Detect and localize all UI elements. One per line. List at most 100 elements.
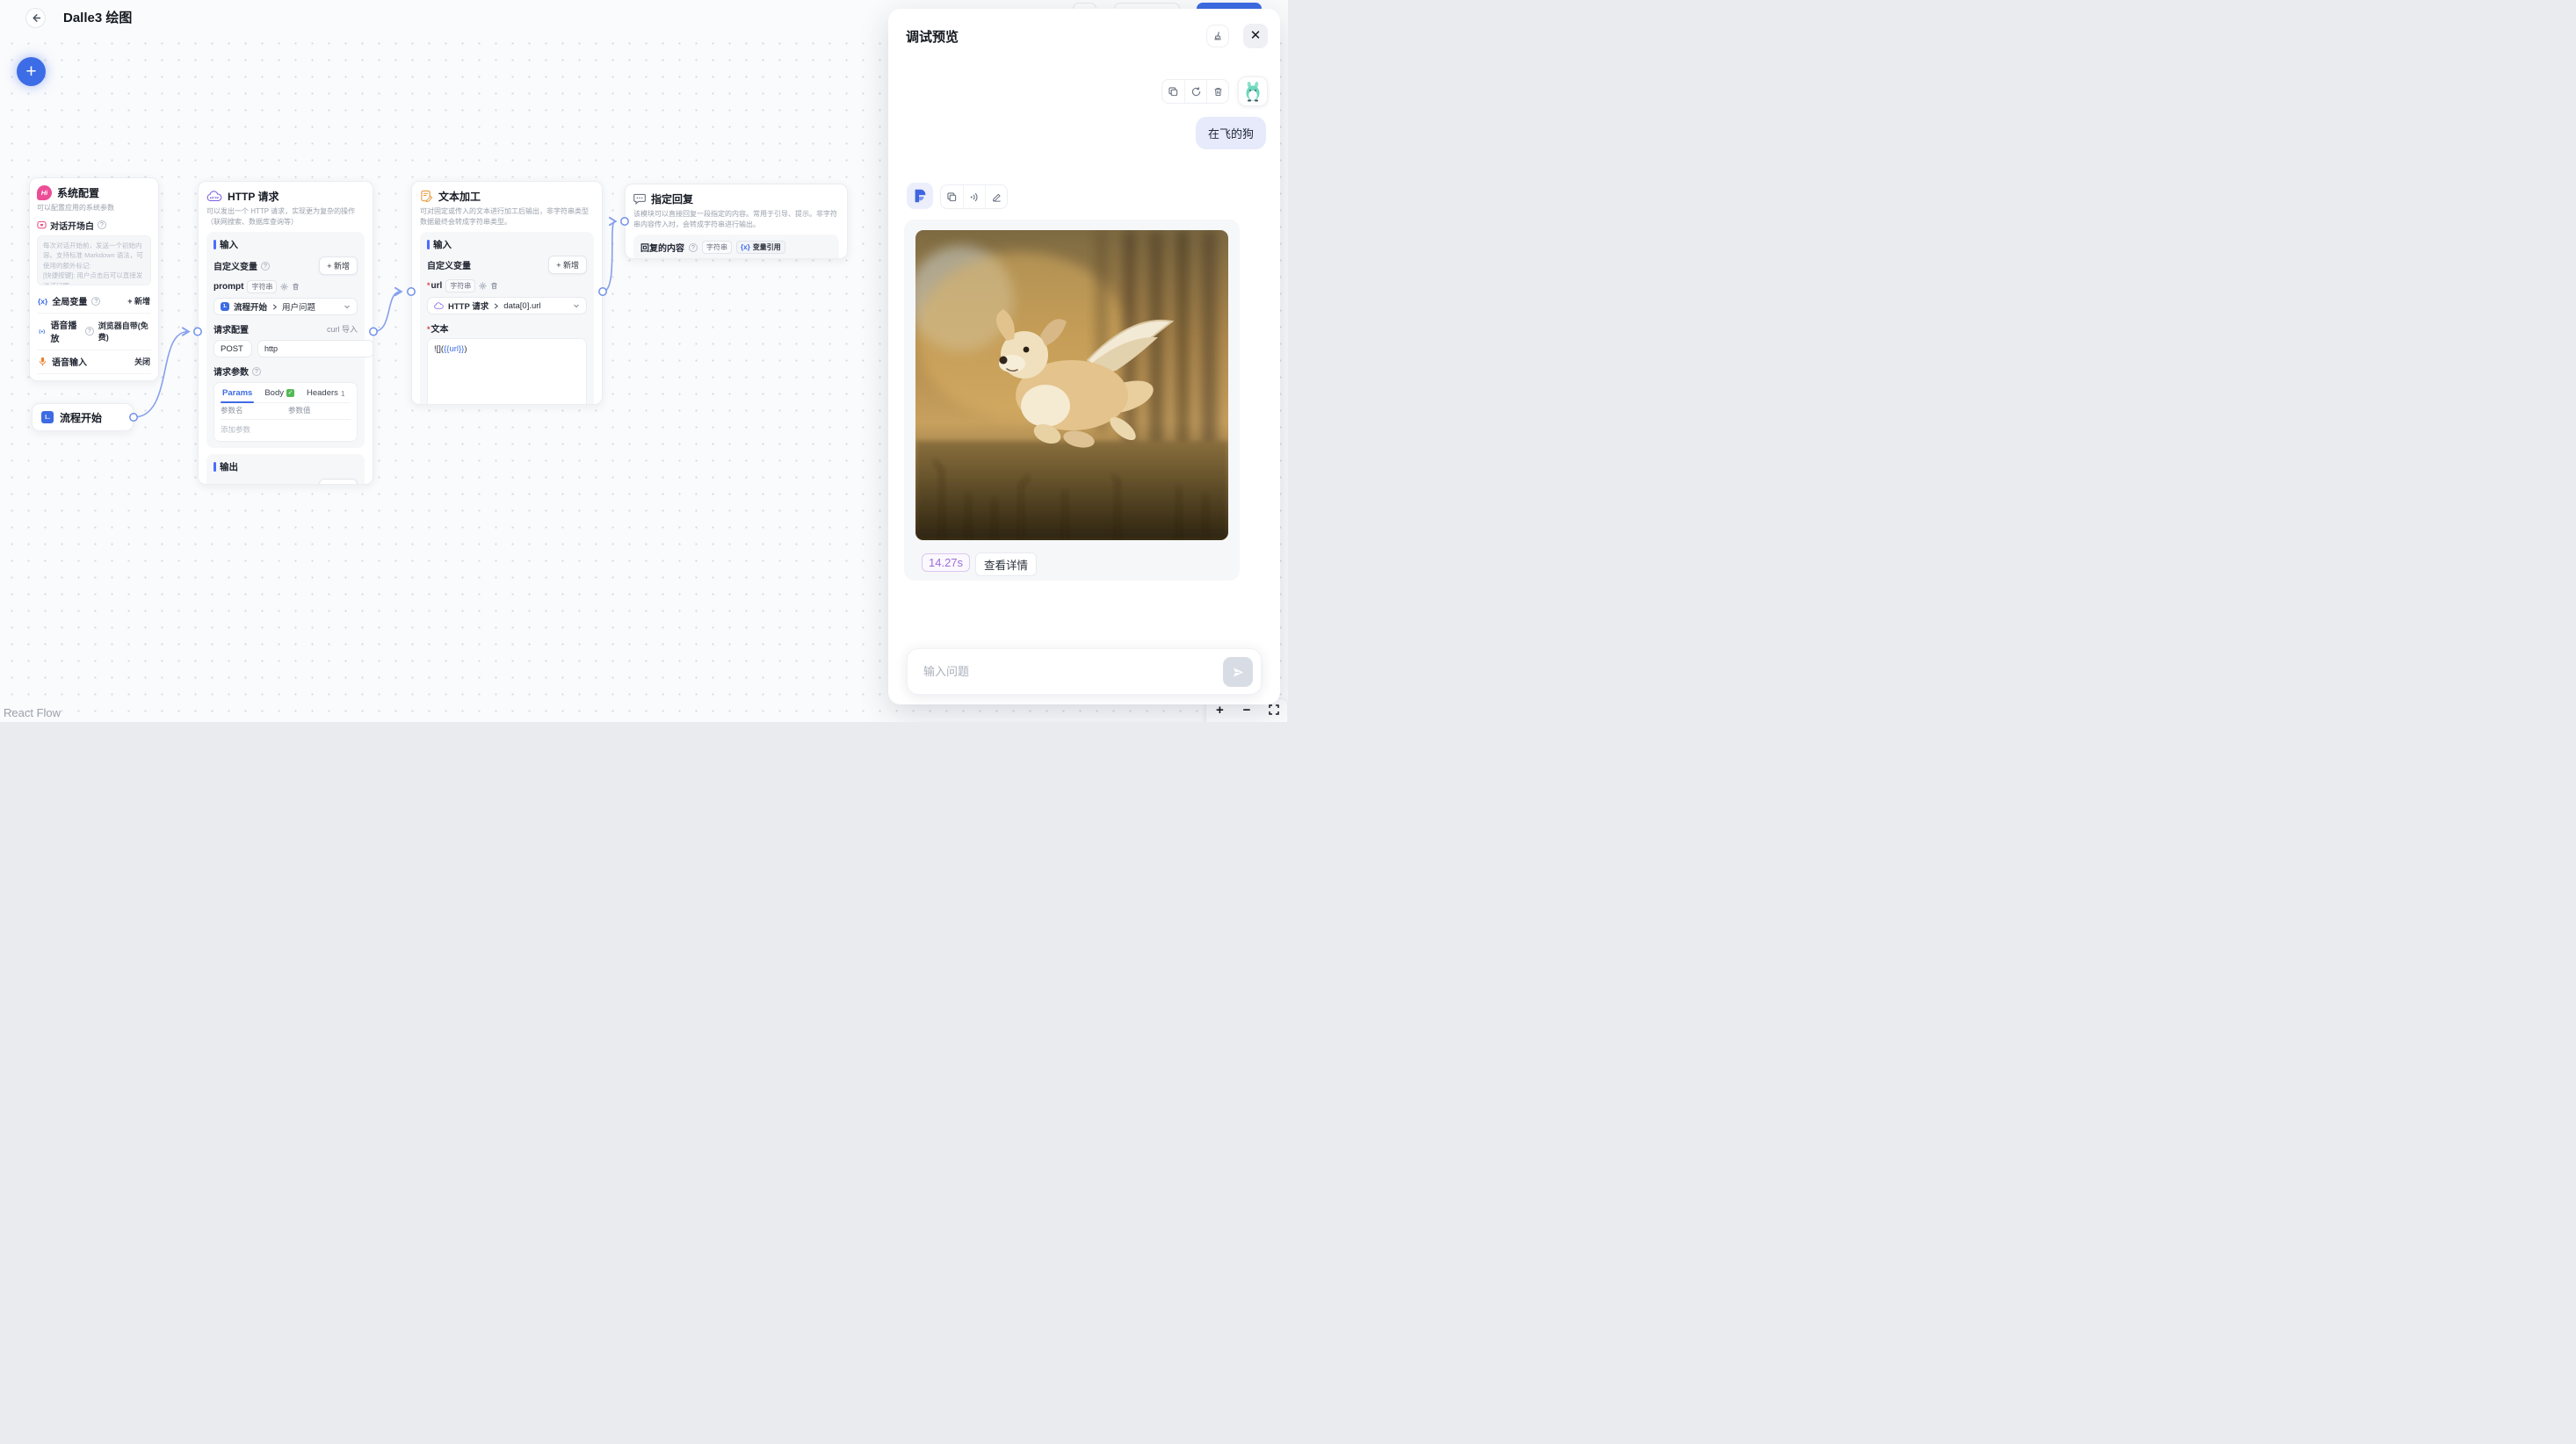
node-text-process[interactable]: 文本加工 可对固定或传入的文本进行加工后输出，非字符串类型数据最终会转成字符串类… (411, 181, 603, 405)
help-icon[interactable]: ? (85, 327, 94, 336)
row-label: 全局变量 (52, 294, 87, 307)
duration-badge: 14.27s (922, 553, 970, 572)
bot-avatar (907, 183, 933, 209)
back-button[interactable] (25, 8, 46, 28)
generated-image[interactable] (915, 230, 1228, 540)
ref-source: 流程开始 (234, 300, 267, 313)
custom-vars-label: 自定义变量 (213, 259, 257, 272)
text-input-section: 输入 自定义变量 + 新增 url 字符串 HTTP 请求 data[0].ur… (420, 232, 594, 405)
ref-field: data[0].url (503, 301, 568, 311)
node-reply[interactable]: 指定回复 该模块可以直接回复一段指定的内容。常用于引导、提示。非字符串内容传入时… (625, 184, 848, 259)
page-title: Dalle3 绘图 (63, 8, 132, 26)
tab-params[interactable]: Params (222, 388, 252, 398)
reactflow-attribution: React Flow (4, 706, 61, 719)
opening-textarea[interactable] (37, 235, 151, 285)
check-icon: ✓ (286, 389, 294, 397)
tts-value[interactable]: 浏览器自带(免费) (98, 320, 150, 343)
ref-field: 用户问题 (282, 300, 339, 313)
copy-icon[interactable] (941, 185, 963, 208)
prompt-ref-select[interactable]: 1. 流程开始 用户问题 (213, 298, 358, 315)
add-output-button[interactable]: + 新增 (319, 479, 358, 485)
help-icon[interactable]: ? (689, 243, 698, 252)
speaker-waves-icon (38, 327, 46, 336)
help-icon[interactable]: ? (98, 220, 106, 229)
add-global-var-button[interactable]: + 新增 (127, 295, 150, 307)
user-message-bubble: 在飞的狗 (1196, 117, 1266, 149)
node-title: 系统配置 (57, 185, 99, 200)
chat-heart-icon (37, 220, 47, 230)
broom-icon (1212, 31, 1223, 42)
custom-output-label: 自定义输出 (213, 481, 257, 485)
gear-icon[interactable] (479, 282, 487, 290)
help-icon[interactable]: ? (261, 262, 270, 271)
params-card: Params Body✓ Headers1 参数名参数值 添加参数 (213, 382, 358, 442)
type-chip: 字符串 (247, 280, 277, 293)
braces-icon: {x} (38, 297, 47, 306)
fit-view-icon (1269, 704, 1279, 715)
view-detail-button[interactable]: 查看详情 (975, 552, 1037, 576)
node-desc: 可以配置应用的系统参数 (37, 203, 151, 213)
voice-input-value[interactable]: 关闭 (134, 356, 150, 367)
url-input[interactable] (257, 340, 373, 357)
help-icon[interactable]: ? (252, 367, 261, 376)
http-input-section: 输入 自定义变量? + 新增 prompt 字符串 1. 流程开始 用户问题 请… (206, 232, 365, 448)
chevron-down-icon (573, 302, 580, 309)
help-icon[interactable]: ? (91, 297, 100, 306)
node-desc: 可以发出一个 HTTP 请求，实现更为复杂的操作（联网搜索、数据库查询等） (206, 206, 365, 227)
add-var-button[interactable]: + 新增 (319, 256, 358, 275)
method-select[interactable]: POST (213, 340, 252, 357)
close-panel-button[interactable]: ✕ (1243, 24, 1268, 48)
gear-icon[interactable] (280, 283, 288, 291)
suggest-toggle[interactable] (132, 380, 150, 381)
reply-content-label: 回复的内容 (640, 241, 684, 254)
url-ref-select[interactable]: HTTP 请求 data[0].url (427, 297, 587, 314)
template-text: ) (464, 344, 467, 354)
send-icon (1232, 666, 1245, 679)
node-title: HTTP 请求 (228, 189, 279, 204)
bot-logo-icon (912, 188, 928, 204)
trash-icon[interactable] (1206, 80, 1228, 103)
text-template-editor[interactable]: ![]({{url}}) (427, 338, 587, 405)
user-avatar (1238, 76, 1268, 106)
node-http-request[interactable]: HTTP HTTP 请求 可以发出一个 HTTP 请求，实现更为复杂的操作（联网… (198, 181, 373, 485)
trash-icon[interactable] (292, 283, 300, 291)
ref-source: HTTP 请求 (448, 300, 488, 312)
read-aloud-icon[interactable] (963, 185, 985, 208)
reply-ref-select[interactable]: 文本加工 text (640, 258, 832, 259)
node-title: 指定回复 (651, 191, 693, 206)
tab-body[interactable]: Body✓ (264, 388, 294, 398)
panel-title: 调试预览 (906, 27, 959, 46)
request-params-label: 请求参数 (213, 365, 249, 378)
copy-icon[interactable] (1162, 80, 1184, 103)
arrow-left-icon (31, 13, 40, 23)
curl-import-button[interactable]: curl 导入 (327, 323, 358, 335)
add-param-row[interactable]: 添加参数 (221, 420, 351, 437)
add-node-button[interactable]: + (17, 57, 46, 86)
node-flow-start[interactable]: I.. 流程开始 (32, 403, 134, 431)
node-system-config[interactable]: Hi 系统配置 可以配置应用的系统参数 对话开场白 ? {x} 全局变量? + … (29, 177, 159, 381)
tab-headers[interactable]: Headers1 (307, 388, 345, 398)
system-row: 语音播放? 浏览器自带(免费) (37, 313, 151, 350)
http-output-section: 输出 自定义输出 + 新增 变量名数据类型 data[0].url 字符串 原始… (206, 454, 365, 485)
clear-chat-button[interactable] (1206, 25, 1229, 47)
system-row: 猜你想问? (37, 373, 151, 381)
node-title: 文本加工 (438, 189, 481, 204)
chat-input[interactable] (922, 649, 1212, 694)
trash-icon[interactable] (490, 282, 498, 290)
section-label: 输出 (220, 460, 238, 473)
user-message-actions (1161, 79, 1229, 104)
var-name: prompt (213, 282, 243, 292)
app-root: Dalle3 绘图 + Hi 系统配置 可以配置应用的系统参数 对话开场白 ? … (0, 0, 1288, 722)
request-config-label: 请求配置 (213, 322, 249, 336)
edit-icon[interactable] (985, 185, 1007, 208)
var-ref-button[interactable]: {x}变量引用 (736, 241, 785, 254)
http-cloud-icon: HTTP (206, 191, 222, 203)
method-value: POST (221, 344, 243, 354)
system-config-icon: Hi (37, 185, 52, 200)
bulb-icon (38, 380, 47, 381)
retry-icon[interactable] (1184, 80, 1206, 103)
type-chip: 字符串 (702, 241, 732, 254)
send-button[interactable] (1223, 657, 1253, 687)
node-title: 流程开始 (60, 410, 102, 425)
add-var-button[interactable]: + 新增 (548, 256, 587, 274)
